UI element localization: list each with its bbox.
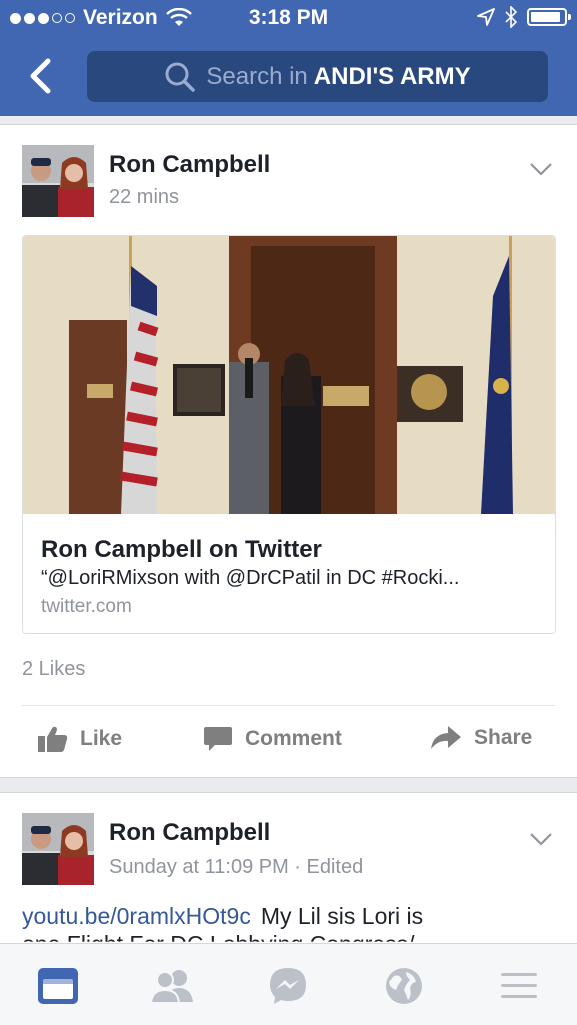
post-text: youtu.be/0ramlxHOt9c My Lil sis Lori is bbox=[22, 903, 423, 930]
tab-menu[interactable] bbox=[495, 962, 543, 1010]
globe-icon bbox=[386, 968, 422, 1004]
menu-icon bbox=[501, 973, 537, 998]
messenger-icon bbox=[270, 968, 306, 1004]
friends-icon bbox=[149, 970, 193, 1004]
avatar[interactable] bbox=[22, 145, 94, 217]
link-domain: twitter.com bbox=[41, 596, 132, 617]
share-arrow-icon bbox=[431, 726, 461, 749]
status-bar: Verizon 3:18 PM bbox=[0, 0, 577, 36]
comment-button[interactable]: Comment bbox=[203, 725, 342, 753]
bluetooth-icon bbox=[505, 6, 517, 28]
link-title: Ron Campbell on Twitter bbox=[41, 536, 322, 563]
location-icon bbox=[477, 8, 495, 26]
link-description: “@LoriRMixson with @DrCPatil in DC #Rock… bbox=[41, 567, 460, 589]
post-body: My Lil sis Lori is bbox=[260, 903, 424, 929]
like-label: Like bbox=[80, 727, 123, 750]
share-label: Share bbox=[474, 726, 533, 749]
thumbs-up-icon bbox=[38, 726, 68, 752]
back-arrow-icon[interactable] bbox=[24, 56, 60, 96]
share-button[interactable]: Share bbox=[430, 725, 532, 751]
tab-news-feed[interactable] bbox=[34, 962, 82, 1010]
shared-photo bbox=[23, 236, 555, 514]
post-link[interactable]: youtu.be/0ramlxHOt9c bbox=[22, 903, 251, 929]
post-timestamp[interactable]: Sunday at 11:09 PM · Edited bbox=[109, 856, 363, 879]
chevron-down-icon[interactable] bbox=[529, 831, 553, 847]
post-author[interactable]: Ron Campbell bbox=[109, 819, 270, 847]
post-author[interactable]: Ron Campbell bbox=[109, 151, 270, 179]
link-preview[interactable]: Ron Campbell on Twitter “@LoriRMixson wi… bbox=[22, 235, 556, 634]
post-card: Ron Campbell 22 mins Ron Campbell on Twi… bbox=[0, 124, 577, 778]
like-button[interactable]: Like bbox=[38, 725, 122, 753]
likes-count[interactable]: 2 Likes bbox=[22, 658, 85, 681]
divider bbox=[22, 705, 555, 706]
avatar[interactable] bbox=[22, 813, 94, 885]
chevron-down-icon[interactable] bbox=[529, 161, 553, 177]
post-timestamp[interactable]: 22 mins bbox=[109, 186, 179, 209]
group-search-input[interactable]: Search in ANDI'S ARMY bbox=[87, 51, 548, 102]
comment-label: Comment bbox=[245, 727, 342, 750]
tab-notifications[interactable] bbox=[380, 962, 428, 1010]
search-group-name: ANDI'S ARMY bbox=[313, 62, 471, 90]
battery-icon bbox=[527, 8, 571, 26]
top-bar: Verizon 3:18 PM Search in ANDI'S ARMY bbox=[0, 0, 577, 116]
tab-messenger[interactable] bbox=[264, 962, 312, 1010]
search-placeholder: Search in bbox=[206, 62, 308, 90]
search-icon bbox=[165, 62, 196, 92]
comment-icon bbox=[204, 727, 232, 751]
bottom-tab-bar bbox=[0, 943, 577, 1025]
tab-friends[interactable] bbox=[148, 962, 196, 1010]
news-feed-icon bbox=[38, 968, 78, 1004]
